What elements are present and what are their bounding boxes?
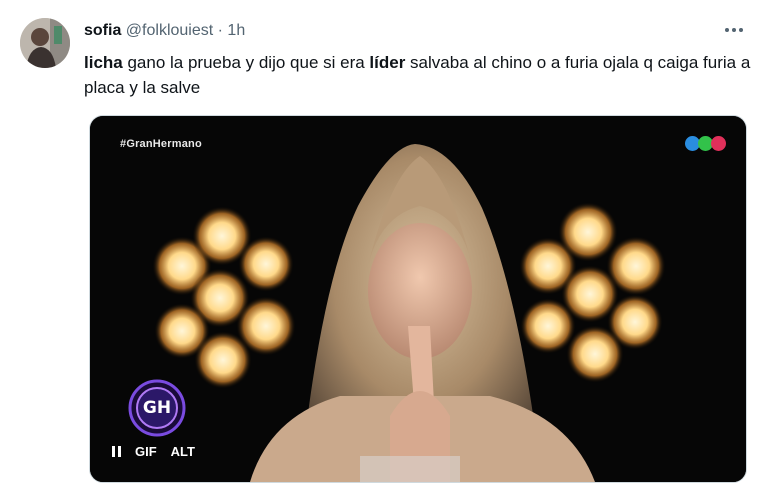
tweet[interactable]: sofia @folklouiest · 1h licha gano la pr… xyxy=(0,0,767,494)
avatar[interactable] xyxy=(20,18,70,68)
timestamp[interactable]: 1h xyxy=(227,22,245,39)
gh-badge-letters: GH xyxy=(142,398,172,418)
tweet-text: licha gano la prueba y dijo que si era l… xyxy=(84,50,754,100)
text-plain-1: gano la prueba y dijo que si era xyxy=(122,53,370,72)
gif-controls: GIF ALT xyxy=(112,444,195,459)
user-handle[interactable]: @folklouiest xyxy=(126,22,213,39)
channel-dot-red xyxy=(711,136,726,151)
gif-label[interactable]: GIF xyxy=(135,444,157,459)
separator-dot: · xyxy=(217,22,223,39)
avatar-image xyxy=(20,18,70,68)
channel-logo xyxy=(685,136,726,151)
more-options-button[interactable] xyxy=(722,18,746,42)
pause-icon[interactable] xyxy=(112,446,121,457)
hashtag-watermark: #GranHermano xyxy=(120,138,202,150)
more-horizontal-icon xyxy=(725,28,743,32)
alt-button[interactable]: ALT xyxy=(171,444,195,459)
text-bold-1: licha xyxy=(84,53,123,72)
text-bold-2: líder xyxy=(369,53,406,72)
gif-media[interactable]: #GranHermano GH GIF ALT xyxy=(89,115,747,483)
display-name[interactable]: sofia xyxy=(84,22,121,39)
tweet-header: sofia @folklouiest · 1h xyxy=(84,22,245,40)
gh-badge: GH xyxy=(118,378,196,448)
